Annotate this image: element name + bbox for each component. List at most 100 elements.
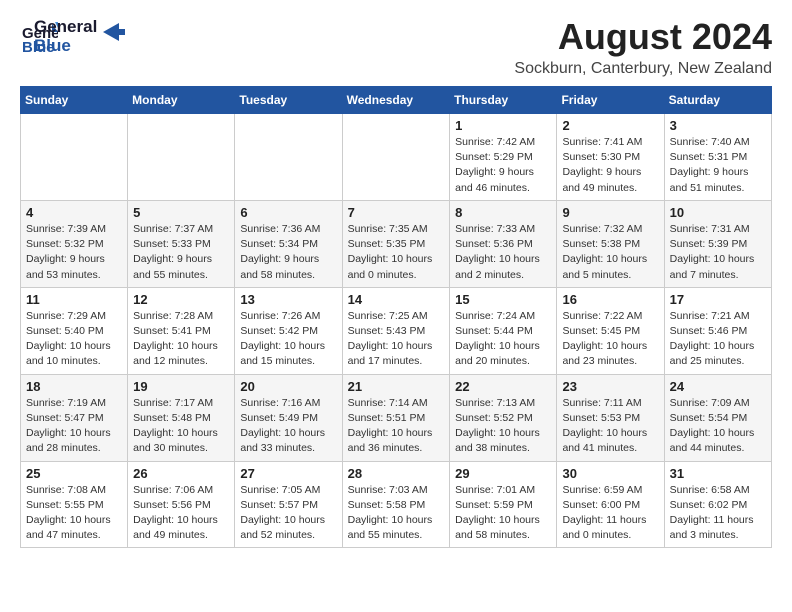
- day-info: Sunrise: 7:05 AM Sunset: 5:57 PM Dayligh…: [240, 483, 336, 544]
- day-info: Sunrise: 7:11 AM Sunset: 5:53 PM Dayligh…: [562, 396, 658, 457]
- day-info: Sunrise: 7:39 AM Sunset: 5:32 PM Dayligh…: [26, 222, 122, 283]
- weekday-header-wednesday: Wednesday: [342, 87, 450, 114]
- day-info: Sunrise: 7:17 AM Sunset: 5:48 PM Dayligh…: [133, 396, 229, 457]
- calendar-cell: 19 Sunrise: 7:17 AM Sunset: 5:48 PM Dayli…: [128, 374, 235, 461]
- calendar-week-row: 4 Sunrise: 7:39 AM Sunset: 5:32 PM Daylig…: [21, 200, 772, 287]
- day-number: 3: [670, 118, 766, 133]
- logo-general-text: General: [34, 18, 97, 37]
- calendar-cell: 8Sunrise: 7:33 AM Sunset: 5:36 PM Daylig…: [450, 200, 557, 287]
- day-number: 12: [133, 292, 229, 307]
- day-info: Sunrise: 7:22 AM Sunset: 5:45 PM Dayligh…: [562, 309, 658, 370]
- day-number: 23: [562, 379, 658, 394]
- day-number: 17: [670, 292, 766, 307]
- weekday-header-friday: Friday: [557, 87, 664, 114]
- day-info: Sunrise: 7:31 AM Sunset: 5:39 PM Dayligh…: [670, 222, 766, 283]
- calendar-week-row: 11 Sunrise: 7:29 AM Sunset: 5:40 PM Dayli…: [21, 287, 772, 374]
- day-info: Sunrise: 7:01 AM Sunset: 5:59 PM Dayligh…: [455, 483, 551, 544]
- logo: General Blue General Blue: [20, 16, 125, 56]
- calendar-cell: 14 Sunrise: 7:25 AM Sunset: 5:43 PM Dayli…: [342, 287, 450, 374]
- calendar-cell: 30Sunrise: 6:59 AM Sunset: 6:00 PM Dayli…: [557, 461, 664, 548]
- page-header: General Blue General Blue August 2024 So…: [20, 16, 772, 78]
- day-info: Sunrise: 7:42 AM Sunset: 5:29 PM Dayligh…: [455, 135, 551, 196]
- day-info: Sunrise: 7:35 AM Sunset: 5:35 PM Dayligh…: [348, 222, 445, 283]
- day-number: 16: [562, 292, 658, 307]
- calendar-cell: 20 Sunrise: 7:16 AM Sunset: 5:49 PM Dayli…: [235, 374, 342, 461]
- calendar-cell: 29Sunrise: 7:01 AM Sunset: 5:59 PM Dayli…: [450, 461, 557, 548]
- day-number: 25: [26, 466, 122, 481]
- day-number: 10: [670, 205, 766, 220]
- calendar-cell: 18 Sunrise: 7:19 AM Sunset: 5:47 PM Dayli…: [21, 374, 128, 461]
- calendar-cell: 15 Sunrise: 7:24 AM Sunset: 5:44 PM Dayli…: [450, 287, 557, 374]
- day-info: Sunrise: 7:09 AM Sunset: 5:54 PM Dayligh…: [670, 396, 766, 457]
- day-number: 14: [348, 292, 445, 307]
- day-number: 2: [562, 118, 658, 133]
- calendar-cell: 7Sunrise: 7:35 AM Sunset: 5:35 PM Daylig…: [342, 200, 450, 287]
- day-number: 21: [348, 379, 445, 394]
- day-info: Sunrise: 7:21 AM Sunset: 5:46 PM Dayligh…: [670, 309, 766, 370]
- calendar-cell: 22 Sunrise: 7:13 AM Sunset: 5:52 PM Dayli…: [450, 374, 557, 461]
- weekday-header-tuesday: Tuesday: [235, 87, 342, 114]
- calendar-cell: 25Sunrise: 7:08 AM Sunset: 5:55 PM Dayli…: [21, 461, 128, 548]
- calendar-cell: 1Sunrise: 7:42 AM Sunset: 5:29 PM Daylig…: [450, 114, 557, 201]
- day-number: 31: [670, 466, 766, 481]
- calendar-cell: 3 Sunrise: 7:40 AM Sunset: 5:31 PM Daylig…: [664, 114, 771, 201]
- calendar-header-row: SundayMondayTuesdayWednesdayThursdayFrid…: [21, 87, 772, 114]
- day-info: Sunrise: 7:25 AM Sunset: 5:43 PM Dayligh…: [348, 309, 445, 370]
- day-info: Sunrise: 7:33 AM Sunset: 5:36 PM Dayligh…: [455, 222, 551, 283]
- calendar-cell: [235, 114, 342, 201]
- day-info: Sunrise: 7:41 AM Sunset: 5:30 PM Dayligh…: [562, 135, 658, 196]
- day-number: 19: [133, 379, 229, 394]
- day-number: 6: [240, 205, 336, 220]
- calendar-cell: 6 Sunrise: 7:36 AM Sunset: 5:34 PM Daylig…: [235, 200, 342, 287]
- weekday-header-saturday: Saturday: [664, 87, 771, 114]
- calendar-cell: [21, 114, 128, 201]
- calendar-cell: 12Sunrise: 7:28 AM Sunset: 5:41 PM Dayli…: [128, 287, 235, 374]
- day-info: Sunrise: 7:19 AM Sunset: 5:47 PM Dayligh…: [26, 396, 122, 457]
- logo-blue-text: Blue: [34, 37, 97, 56]
- day-info: Sunrise: 7:37 AM Sunset: 5:33 PM Dayligh…: [133, 222, 229, 283]
- calendar-cell: 11 Sunrise: 7:29 AM Sunset: 5:40 PM Dayli…: [21, 287, 128, 374]
- day-info: Sunrise: 7:36 AM Sunset: 5:34 PM Dayligh…: [240, 222, 336, 283]
- day-number: 30: [562, 466, 658, 481]
- day-number: 15: [455, 292, 551, 307]
- calendar-cell: 24Sunrise: 7:09 AM Sunset: 5:54 PM Dayli…: [664, 374, 771, 461]
- calendar-cell: 2 Sunrise: 7:41 AM Sunset: 5:30 PM Daylig…: [557, 114, 664, 201]
- day-number: 11: [26, 292, 122, 307]
- calendar-cell: 17 Sunrise: 7:21 AM Sunset: 5:46 PM Dayli…: [664, 287, 771, 374]
- day-number: 28: [348, 466, 445, 481]
- title-block: August 2024 Sockburn, Canterbury, New Ze…: [514, 16, 772, 78]
- calendar-cell: 31 Sunrise: 6:58 AM Sunset: 6:02 PM Dayli…: [664, 461, 771, 548]
- calendar-cell: 9Sunrise: 7:32 AM Sunset: 5:38 PM Daylig…: [557, 200, 664, 287]
- calendar-week-row: 1Sunrise: 7:42 AM Sunset: 5:29 PM Daylig…: [21, 114, 772, 201]
- day-number: 20: [240, 379, 336, 394]
- day-number: 26: [133, 466, 229, 481]
- day-number: 4: [26, 205, 122, 220]
- day-info: Sunrise: 7:40 AM Sunset: 5:31 PM Dayligh…: [670, 135, 766, 196]
- calendar-cell: 16 Sunrise: 7:22 AM Sunset: 5:45 PM Dayli…: [557, 287, 664, 374]
- day-info: Sunrise: 7:14 AM Sunset: 5:51 PM Dayligh…: [348, 396, 445, 457]
- day-info: Sunrise: 6:58 AM Sunset: 6:02 PM Dayligh…: [670, 483, 766, 544]
- calendar-cell: 4 Sunrise: 7:39 AM Sunset: 5:32 PM Daylig…: [21, 200, 128, 287]
- page-subtitle: Sockburn, Canterbury, New Zealand: [514, 60, 772, 78]
- day-number: 22: [455, 379, 551, 394]
- weekday-header-monday: Monday: [128, 87, 235, 114]
- calendar-week-row: 18 Sunrise: 7:19 AM Sunset: 5:47 PM Dayli…: [21, 374, 772, 461]
- calendar-cell: 5Sunrise: 7:37 AM Sunset: 5:33 PM Daylig…: [128, 200, 235, 287]
- calendar-cell: 26Sunrise: 7:06 AM Sunset: 5:56 PM Dayli…: [128, 461, 235, 548]
- day-info: Sunrise: 7:13 AM Sunset: 5:52 PM Dayligh…: [455, 396, 551, 457]
- calendar-cell: 23 Sunrise: 7:11 AM Sunset: 5:53 PM Dayli…: [557, 374, 664, 461]
- calendar-cell: 28 Sunrise: 7:03 AM Sunset: 5:58 PM Dayli…: [342, 461, 450, 548]
- day-info: Sunrise: 7:24 AM Sunset: 5:44 PM Dayligh…: [455, 309, 551, 370]
- day-info: Sunrise: 7:03 AM Sunset: 5:58 PM Dayligh…: [348, 483, 445, 544]
- day-number: 18: [26, 379, 122, 394]
- page-title: August 2024: [514, 16, 772, 58]
- calendar-table: SundayMondayTuesdayWednesdayThursdayFrid…: [20, 86, 772, 548]
- day-info: Sunrise: 7:29 AM Sunset: 5:40 PM Dayligh…: [26, 309, 122, 370]
- calendar-cell: 21 Sunrise: 7:14 AM Sunset: 5:51 PM Dayli…: [342, 374, 450, 461]
- day-info: Sunrise: 7:16 AM Sunset: 5:49 PM Dayligh…: [240, 396, 336, 457]
- day-info: Sunrise: 7:26 AM Sunset: 5:42 PM Dayligh…: [240, 309, 336, 370]
- calendar-cell: 10 Sunrise: 7:31 AM Sunset: 5:39 PM Dayli…: [664, 200, 771, 287]
- day-number: 13: [240, 292, 336, 307]
- logo-arrow-icon: [103, 23, 125, 41]
- day-info: Sunrise: 7:32 AM Sunset: 5:38 PM Dayligh…: [562, 222, 658, 283]
